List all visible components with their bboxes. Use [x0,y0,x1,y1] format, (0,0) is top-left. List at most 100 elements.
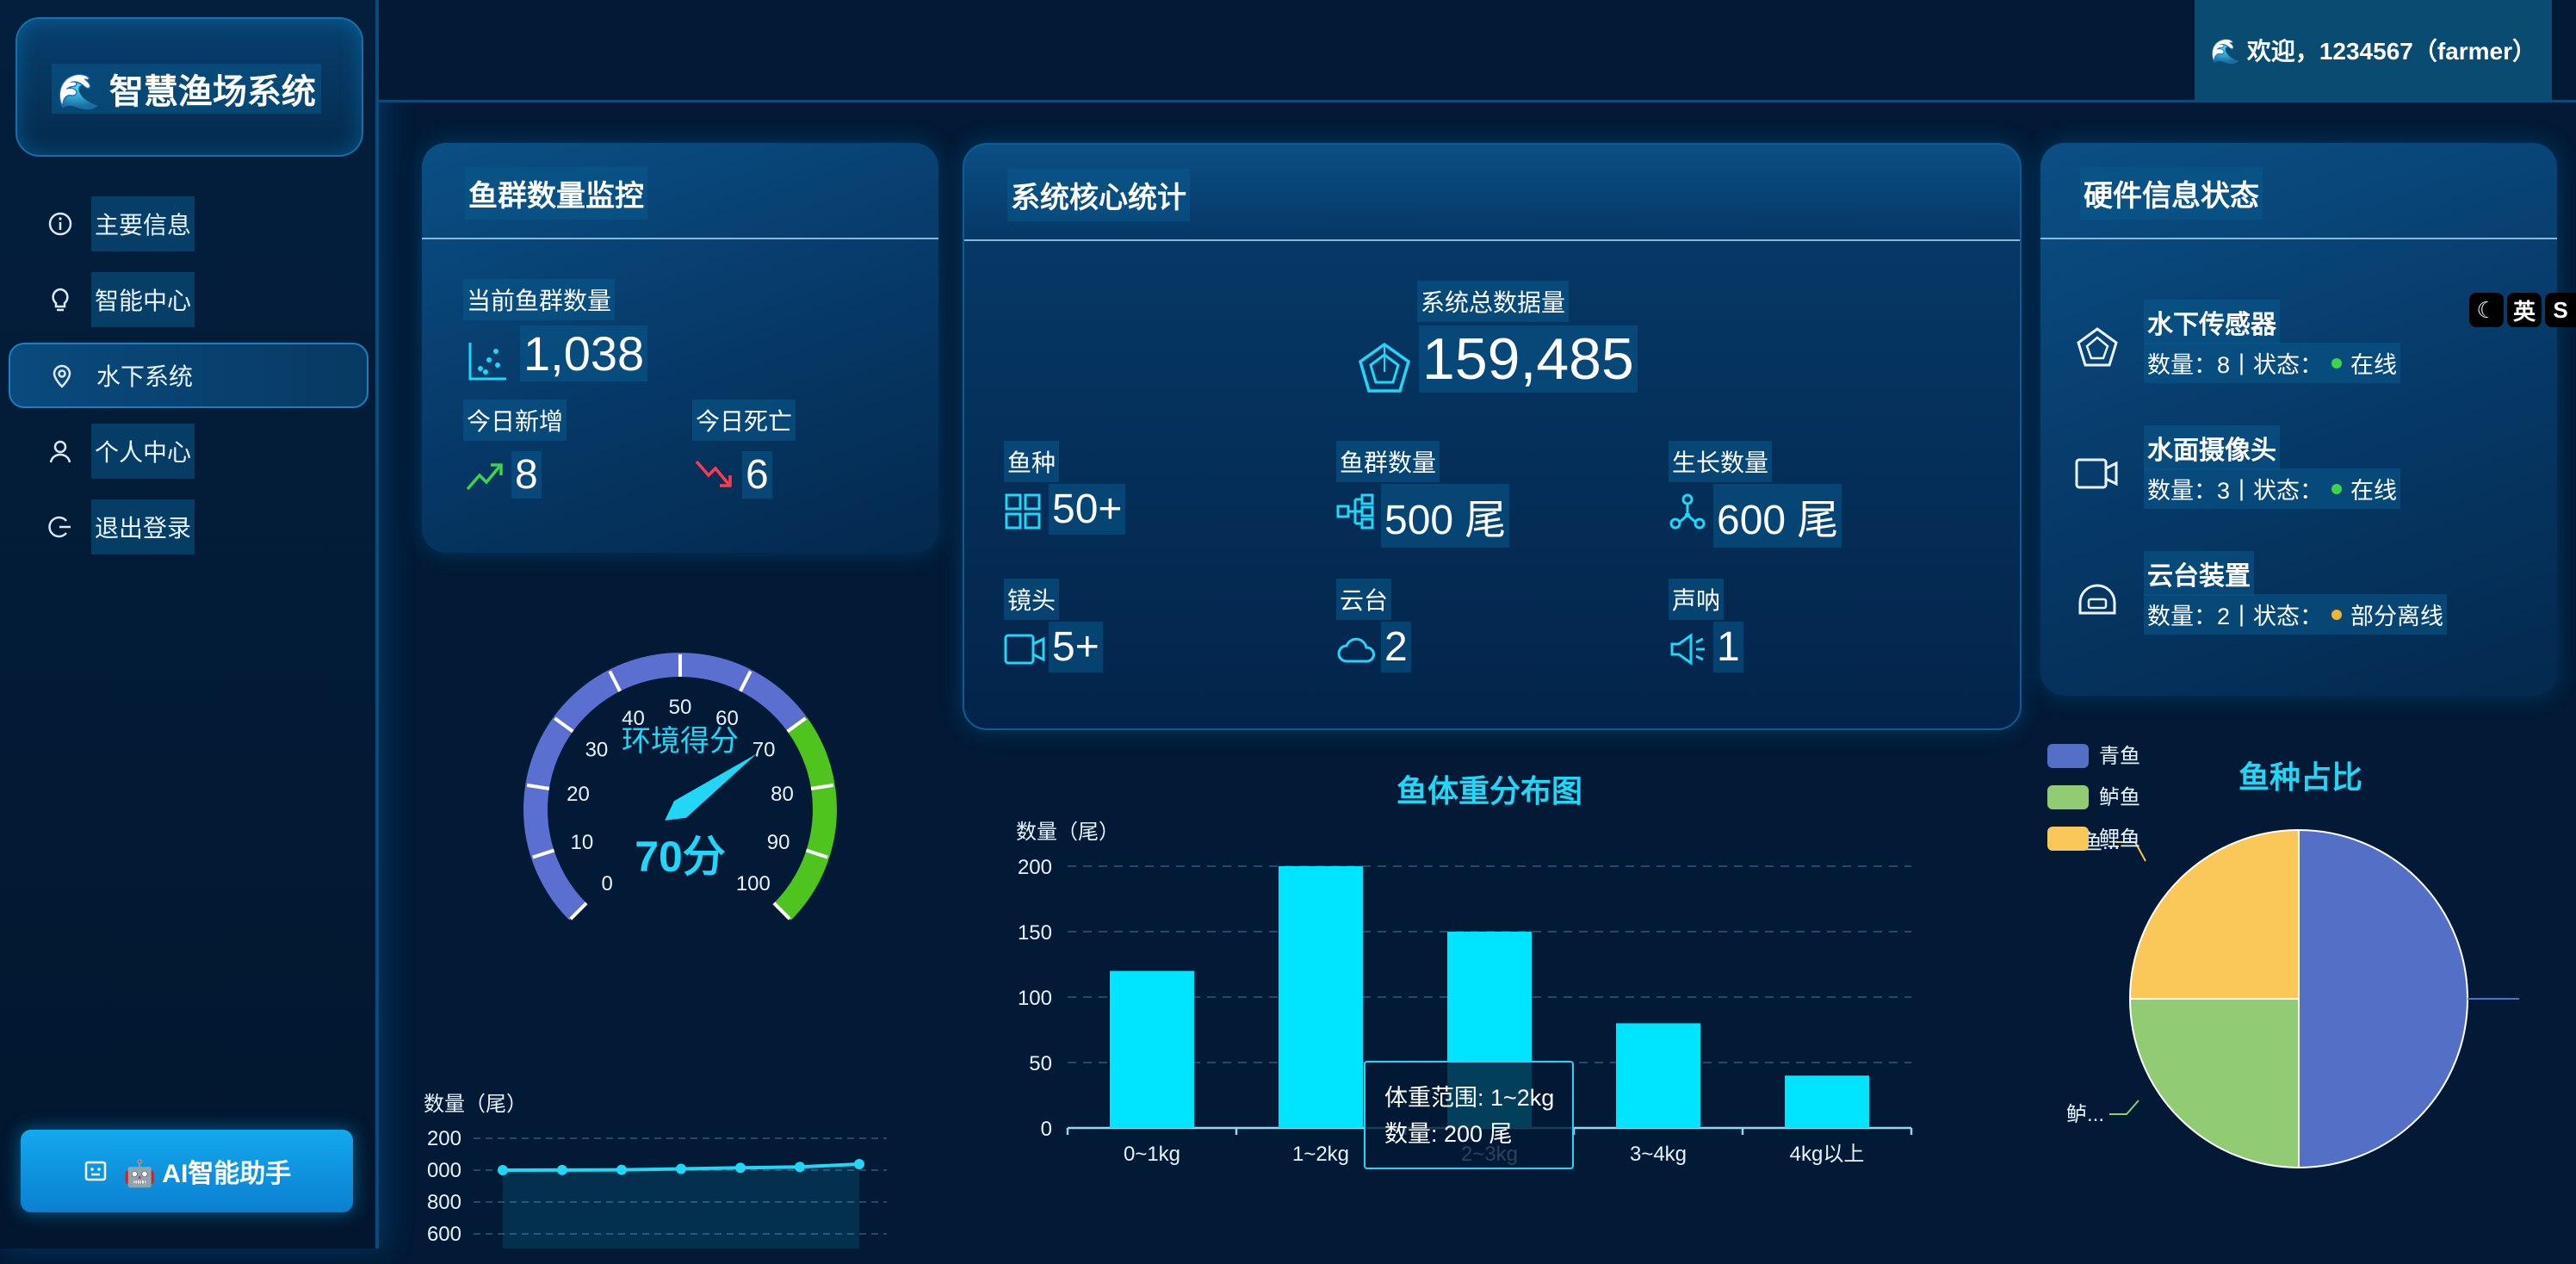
sidebar: 🌊 智慧渔场系统 主要信息 智能中心 水下系统 个人中心 退出登录 🤖 AI智能… [0,0,379,1249]
gauge-tick-label: 20 [567,783,590,806]
x-tick-label: 3~4kg [1630,1143,1687,1166]
sidebar-item-main-info[interactable]: 主要信息 [9,193,365,255]
separator: | [2239,601,2245,627]
stat-label: 云台 [1336,579,1392,620]
gauge-tick-label: 70 [752,738,776,761]
gauge-tick-label: 90 [767,831,790,854]
hardware-row-sensor[interactable]: 水下传感器 数量：8 | 状态： 在线 [2075,300,2523,403]
pie-slice-label: 鲈... [2066,1103,2104,1126]
fish-count-line-chart: 数量（尾） 200 000 800 600 [424,1093,887,1249]
stat-label: 声呐 [1669,579,1725,620]
hardware-count: 数量：3 [2147,478,2231,504]
pie-leader-line [2109,1100,2139,1115]
sidebar-item-personal-center[interactable]: 个人中心 [9,420,365,482]
current-fish-value: 1,038 [520,325,648,381]
ime-lang[interactable]: 英 [2507,293,2542,327]
stat-label: 鱼群数量 [1336,441,1440,482]
hardware-row-gimbal[interactable]: 云台装置 数量：2 | 状态： 部分离线 [2075,551,2523,654]
y-tick-label: 600 [427,1223,461,1246]
gauge-tick-label: 60 [715,707,739,730]
sidebar-item-logout[interactable]: 退出登录 [9,496,365,558]
speaker-icon [1669,630,1706,668]
stat-value: 5+ [1049,622,1103,672]
ai-assistant-label: 🤖 AI智能助手 [123,1160,292,1188]
ai-assistant-button[interactable]: 🤖 AI智能助手 [21,1130,353,1212]
legend-label: 鲈鱼 [2099,786,2140,809]
status-dot [2331,357,2343,369]
hardware-row-camera[interactable]: 水面摄像头 数量：3 | 状态： 在线 [2075,425,2523,529]
y-tick-label: 000 [427,1159,461,1182]
pie-slice [2298,828,2468,1169]
hardware-info: 数量：8 | 状态： 在线 [2144,343,2401,383]
x-tick-label: 0~1kg [1124,1143,1180,1166]
status-label: 状态： [2253,478,2324,504]
hardware-count: 数量：8 [2147,352,2231,378]
y-tick-label: 200 [1018,856,1052,879]
robot-icon [83,1158,108,1184]
gauge-tick-label: 40 [622,707,645,730]
total-data-label: 系统总数据量 [1417,281,1570,322]
ime-s[interactable]: S [2545,293,2576,327]
panel-title: 系统核心统计 [1007,169,1190,221]
stat-value: 2 [1381,622,1411,672]
stat-fish-count: 鱼群数量 500 尾 [1336,441,1646,548]
sidebar-item-label: 退出登录 [91,499,195,555]
bar [1785,1075,1869,1128]
stat-species: 鱼种 50+ [1004,441,1314,536]
radar-pentagon-icon [1357,341,1412,400]
environment-gauge: 环境得分 70分 010203040 50 60708090100 [523,653,837,920]
status-text: 部分离线 [2350,604,2444,629]
sidebar-item-underwater-system[interactable]: 水下系统 [9,343,368,408]
line-point [854,1158,864,1169]
location-pin-icon [48,362,76,389]
sidebar-item-label: 个人中心 [91,424,195,479]
bar-tooltip: 体重范围: 1~2kg 数量: 200 尾 [1364,1061,1574,1169]
y-tick-label: 200 [427,1127,461,1150]
y-tick-label: 0 [1041,1118,1052,1141]
new-today-value: 8 [511,451,542,499]
ime-toggle[interactable]: ☾ 英 S [2469,293,2576,327]
legend-swatch [2047,744,2089,768]
status-label: 状态： [2253,352,2324,378]
hardware-name: 云台装置 [2144,551,2254,596]
bar-chart-title: 鱼体重分布图 [1396,773,1583,809]
sidebar-item-label: 智能中心 [91,272,195,327]
app-logo[interactable]: 🌊 智慧渔场系统 [15,17,363,157]
line-point [498,1165,508,1175]
x-tick-label: 4kg以上 [1790,1143,1865,1166]
panel-title: 硬件信息状态 [2080,167,2263,220]
hardware-info: 数量：2 | 状态： 部分离线 [2144,594,2448,635]
status-text: 在线 [2350,352,2398,378]
status-label: 状态： [2253,604,2324,629]
sidebar-item-smart-center[interactable]: 智能中心 [9,269,365,331]
divider [422,238,938,239]
hardware-panel: 硬件信息状态 水下传感器 数量：8 | 状态： 在线 水面摄像头 数量：3 | … [2040,143,2557,696]
stat-lens: 镜头 5+ [1004,579,1314,673]
new-today-label: 今日新增 [463,400,567,441]
tree-structure-icon [1336,493,1374,530]
gauge-tick-label: 100 [736,872,771,895]
top-bar: 🌊 欢迎，1234567（farmer） [379,0,2576,102]
death-today-value: 6 [742,451,772,499]
tooltip-line1: 体重范围: 1~2kg [1384,1085,1555,1111]
gauge-value: 70分 [635,833,726,881]
trend-down-icon [694,458,734,497]
welcome-user[interactable]: 🌊 欢迎，1234567（farmer） [2195,0,2552,100]
line-point [795,1162,805,1173]
y-tick-label: 50 [1029,1052,1052,1075]
divider [964,239,2020,241]
trend-up-icon [465,458,505,497]
camera-icon [2075,451,2120,496]
lightbulb-icon [46,286,74,313]
hardware-count: 数量：2 [2147,604,2231,629]
gauge-tick-label: 30 [585,738,609,761]
death-today-label: 今日死亡 [692,400,796,441]
line-point [676,1163,686,1174]
stat-value: 50+ [1049,484,1126,535]
stat-value: 600 尾 [1713,484,1842,548]
moon-icon[interactable]: ☾ [2469,293,2504,327]
legend-swatch [2047,827,2089,851]
gauge-tick-label: 0 [601,872,612,895]
sidebar-item-label: 主要信息 [91,196,195,251]
nodes-icon [1669,493,1706,530]
